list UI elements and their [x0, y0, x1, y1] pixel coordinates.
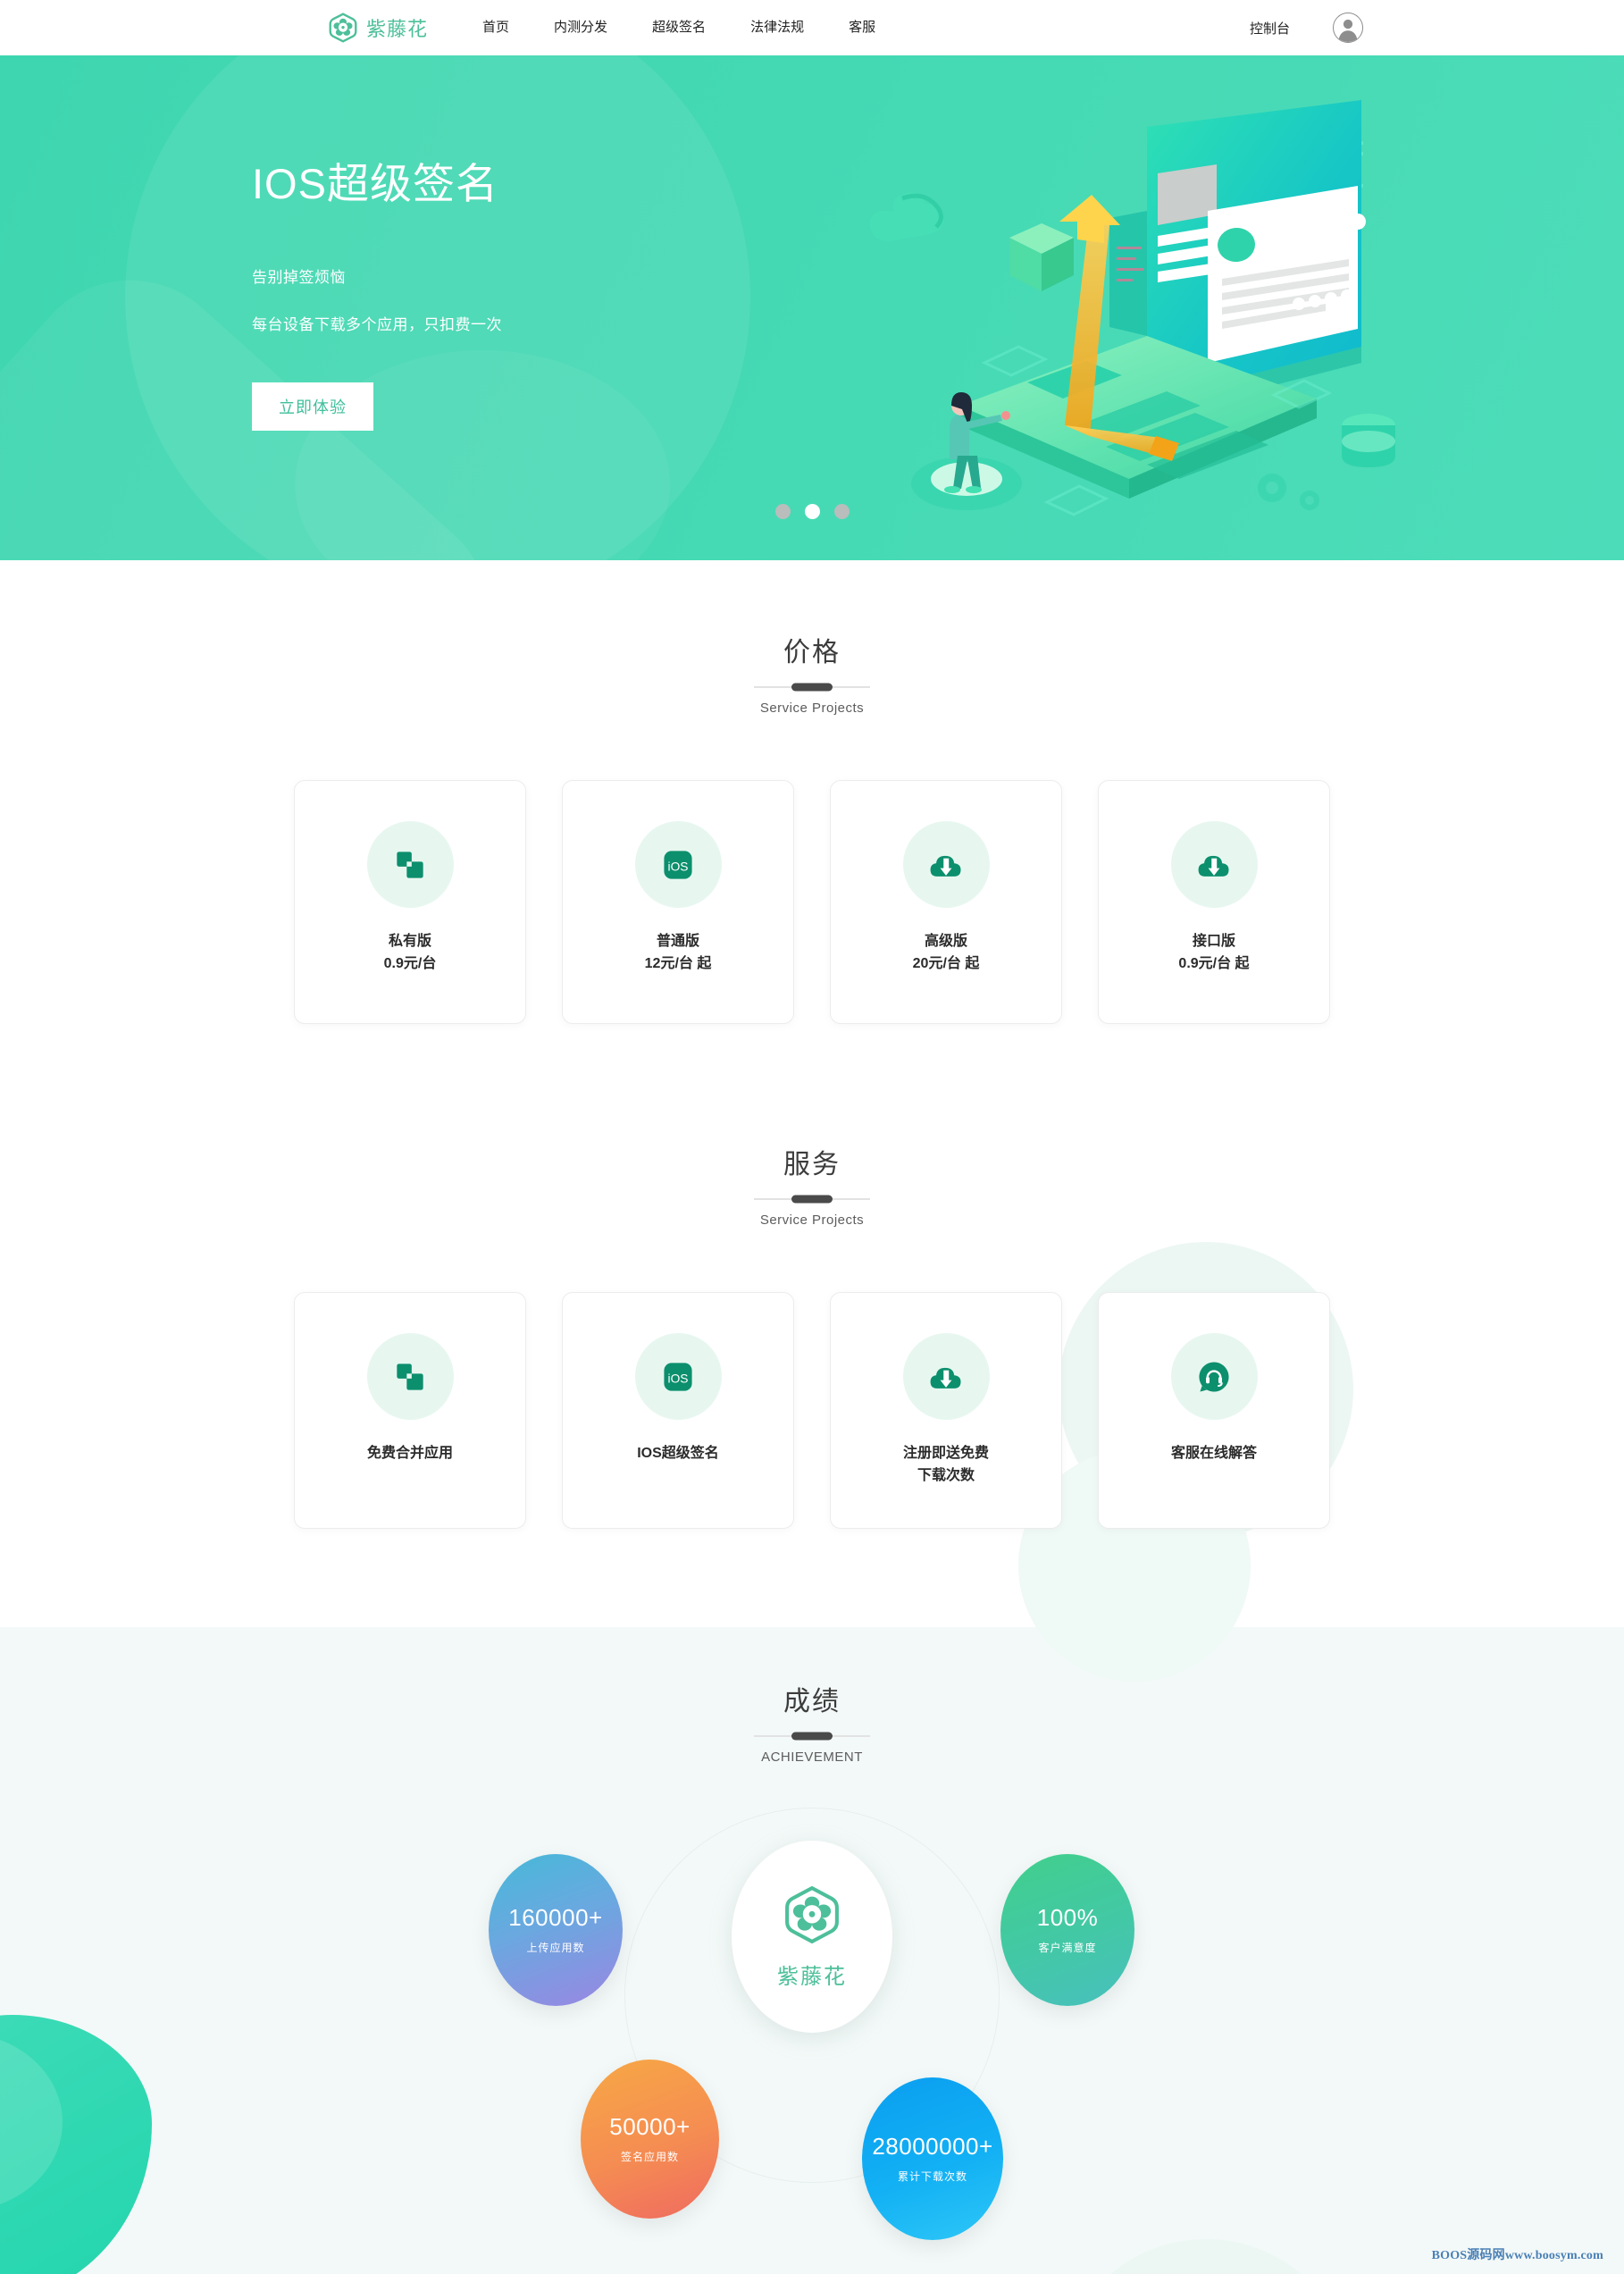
service-card-free-downloads[interactable]: 注册即送免费 下载次数 — [830, 1292, 1062, 1529]
service-card-line1: IOS超级签名 — [637, 1446, 719, 1461]
pricing-card-text: 接口版 0.9元/台 起 — [1178, 931, 1249, 976]
services-title: 服务 — [783, 1150, 841, 1179]
pricing-card-price: 12元/台 起 — [644, 955, 712, 971]
pricing-card-name: 普通版 — [656, 934, 699, 949]
carousel-dot-1[interactable] — [774, 504, 791, 519]
services-heading: 服务 Service Projects — [0, 1142, 1624, 1228]
service-card-merge[interactable]: 免费合并应用 — [294, 1292, 526, 1529]
pricing-card-private[interactable]: 私有版 0.9元/台 — [294, 780, 526, 1024]
achievement-bubble-label: 客户满意度 — [1038, 1941, 1097, 1954]
pricing-divider — [754, 686, 870, 688]
pricing-subtitle: Service Projects — [759, 701, 865, 716]
pricing-heading: 价格 Service Projects — [0, 630, 1624, 716]
carousel-dot-3[interactable] — [833, 504, 850, 519]
nav-item-legal[interactable]: 法律法规 — [728, 0, 826, 55]
nav-item-beta[interactable]: 内测分发 — [532, 0, 630, 55]
merge-squares-icon — [366, 821, 454, 908]
pricing-card-text: 私有版 0.9元/台 — [384, 931, 437, 976]
achievement-bubble-signed-apps[interactable]: 50000+ 签名应用数 — [581, 2060, 719, 2219]
cloud-download-icon — [902, 1333, 990, 1420]
main-nav: 首页 内测分发 超级签名 法律法规 客服 — [460, 0, 898, 55]
achievement-section: 成绩 ACHIEVEMENT 紫藤花 160000+ 上传应用数 100% 客户… — [0, 1627, 1624, 2274]
hero-subtitle-1: 告别掉签烦恼 — [252, 269, 346, 286]
header-actions: 控制台 — [1250, 13, 1363, 43]
achievement-bubble-satisfaction[interactable]: 100% 客户满意度 — [1000, 1854, 1134, 2006]
ios-app-icon: iOS — [634, 1333, 722, 1420]
pricing-title: 价格 — [783, 638, 841, 667]
pricing-card-name: 高级版 — [924, 934, 967, 949]
site-watermark: BOOS源码网www.boosym.com — [1431, 2249, 1603, 2262]
brand-logo[interactable]: 紫藤花 — [328, 13, 428, 43]
pricing-card-api[interactable]: 接口版 0.9元/台 起 — [1098, 780, 1330, 1024]
nav-item-home[interactable]: 首页 — [460, 0, 532, 55]
services-card-grid: 免费合并应用 iOS IOS超级签名 注册即送免费 下载次数 客服在线解答 — [294, 1292, 1330, 1529]
services-divider — [754, 1198, 870, 1200]
pricing-card-text: 普通版 12元/台 起 — [645, 931, 712, 976]
services-subtitle: Service Projects — [759, 1213, 865, 1228]
service-card-line1: 客服在线解答 — [1170, 1446, 1257, 1461]
service-card-text: 客服在线解答 — [1171, 1443, 1257, 1465]
hero-banner: IOS超级签名 告别掉签烦恼 每台设备下载多个应用，只扣费一次 立即体验 — [0, 55, 1624, 560]
ios-app-icon: iOS — [634, 821, 722, 908]
brand-name: 紫藤花 — [366, 18, 429, 40]
isometric-device-illustration-icon — [852, 68, 1406, 533]
service-card-text: 免费合并应用 — [367, 1443, 453, 1465]
svg-text:iOS: iOS — [668, 860, 689, 873]
service-card-support[interactable]: 客服在线解答 — [1098, 1292, 1330, 1529]
achievement-stage: 紫藤花 160000+ 上传应用数 100% 客户满意度 50000+ 签名应用… — [0, 1765, 1624, 2274]
hero-title: IOS超级签名 — [252, 160, 498, 207]
achievement-bubble-label: 签名应用数 — [620, 2150, 679, 2163]
pricing-card-price: 0.9元/台 — [383, 955, 437, 971]
landing-page: 紫藤花 首页 内测分发 超级签名 法律法规 客服 控制台 IOS超级签名 告别掉… — [0, 0, 1624, 2274]
achievement-subtitle: ACHIEVEMENT — [761, 1750, 863, 1765]
achievement-bubble-label: 上传应用数 — [526, 1941, 585, 1954]
carousel-dots — [0, 504, 1624, 519]
achievement-divider — [754, 1735, 870, 1737]
console-link[interactable]: 控制台 — [1250, 19, 1290, 38]
achievement-bubble-value: 50000+ — [609, 2112, 691, 2140]
achievement-bubble-value: 28000000+ — [872, 2132, 993, 2160]
pricing-card-price: 20元/台 起 — [912, 955, 980, 971]
service-card-line1: 注册即送免费 — [902, 1446, 989, 1461]
site-header: 紫藤花 首页 内测分发 超级签名 法律法规 客服 控制台 — [0, 0, 1624, 55]
achievement-title: 成绩 — [783, 1687, 841, 1716]
nav-item-supersign[interactable]: 超级签名 — [630, 0, 728, 55]
achievement-center-name: 紫藤花 — [777, 1964, 847, 1989]
pricing-section: 价格 Service Projects 私有版 0.9元/台 iOS 普通版 1… — [0, 560, 1624, 1682]
pricing-card-name: 接口版 — [1192, 934, 1235, 949]
pricing-card-advanced[interactable]: 高级版 20元/台 起 — [830, 780, 1062, 1024]
achievement-heading: 成绩 ACHIEVEMENT — [0, 1679, 1624, 1765]
hero-cta-button[interactable]: 立即体验 — [252, 382, 373, 431]
service-card-text: 注册即送免费 下载次数 — [903, 1443, 989, 1488]
flower-hexagon-logo-icon — [328, 13, 358, 43]
achievement-bubble-value: 160000+ — [508, 1903, 603, 1931]
cloud-download-icon — [902, 821, 990, 908]
pricing-card-grid: 私有版 0.9元/台 iOS 普通版 12元/台 起 高级版 20元/台 起 接… — [294, 780, 1330, 1024]
service-card-line2: 下载次数 — [917, 1467, 975, 1483]
pricing-card-price: 0.9元/台 起 — [1178, 955, 1250, 971]
service-card-supersign[interactable]: iOS IOS超级签名 — [562, 1292, 794, 1529]
flower-hexagon-logo-icon — [782, 1884, 842, 1950]
pricing-card-standard[interactable]: iOS 普通版 12元/台 起 — [562, 780, 794, 1024]
user-avatar-icon[interactable] — [1333, 13, 1363, 43]
hero-subtitle-2: 每台设备下载多个应用，只扣费一次 — [252, 316, 502, 333]
pricing-card-name: 私有版 — [388, 934, 431, 949]
service-card-text: IOS超级签名 — [637, 1443, 719, 1465]
achievement-bubble-downloads[interactable]: 28000000+ 累计下载次数 — [862, 2077, 1003, 2240]
pricing-card-text: 高级版 20元/台 起 — [913, 931, 980, 976]
achievement-bubble-label: 累计下载次数 — [897, 2169, 967, 2183]
achievement-bubble-uploads[interactable]: 160000+ 上传应用数 — [489, 1854, 623, 2006]
cloud-download-icon — [1170, 821, 1258, 908]
hero-copy: IOS超级签名 告别掉签烦恼 每台设备下载多个应用，只扣费一次 立即体验 — [245, 149, 502, 431]
nav-item-support[interactable]: 客服 — [826, 0, 898, 55]
achievement-center-logo: 紫藤花 — [732, 1841, 892, 2033]
merge-squares-icon — [366, 1333, 454, 1420]
headset-chat-icon — [1170, 1333, 1258, 1420]
carousel-dot-2[interactable] — [804, 504, 820, 519]
achievement-bubble-value: 100% — [1036, 1903, 1099, 1931]
svg-text:iOS: iOS — [668, 1372, 689, 1385]
services-section: 服务 Service Projects 免费合并应用 iOS IOS超级签名 注… — [0, 1024, 1624, 2274]
service-card-line1: 免费合并应用 — [366, 1446, 453, 1461]
